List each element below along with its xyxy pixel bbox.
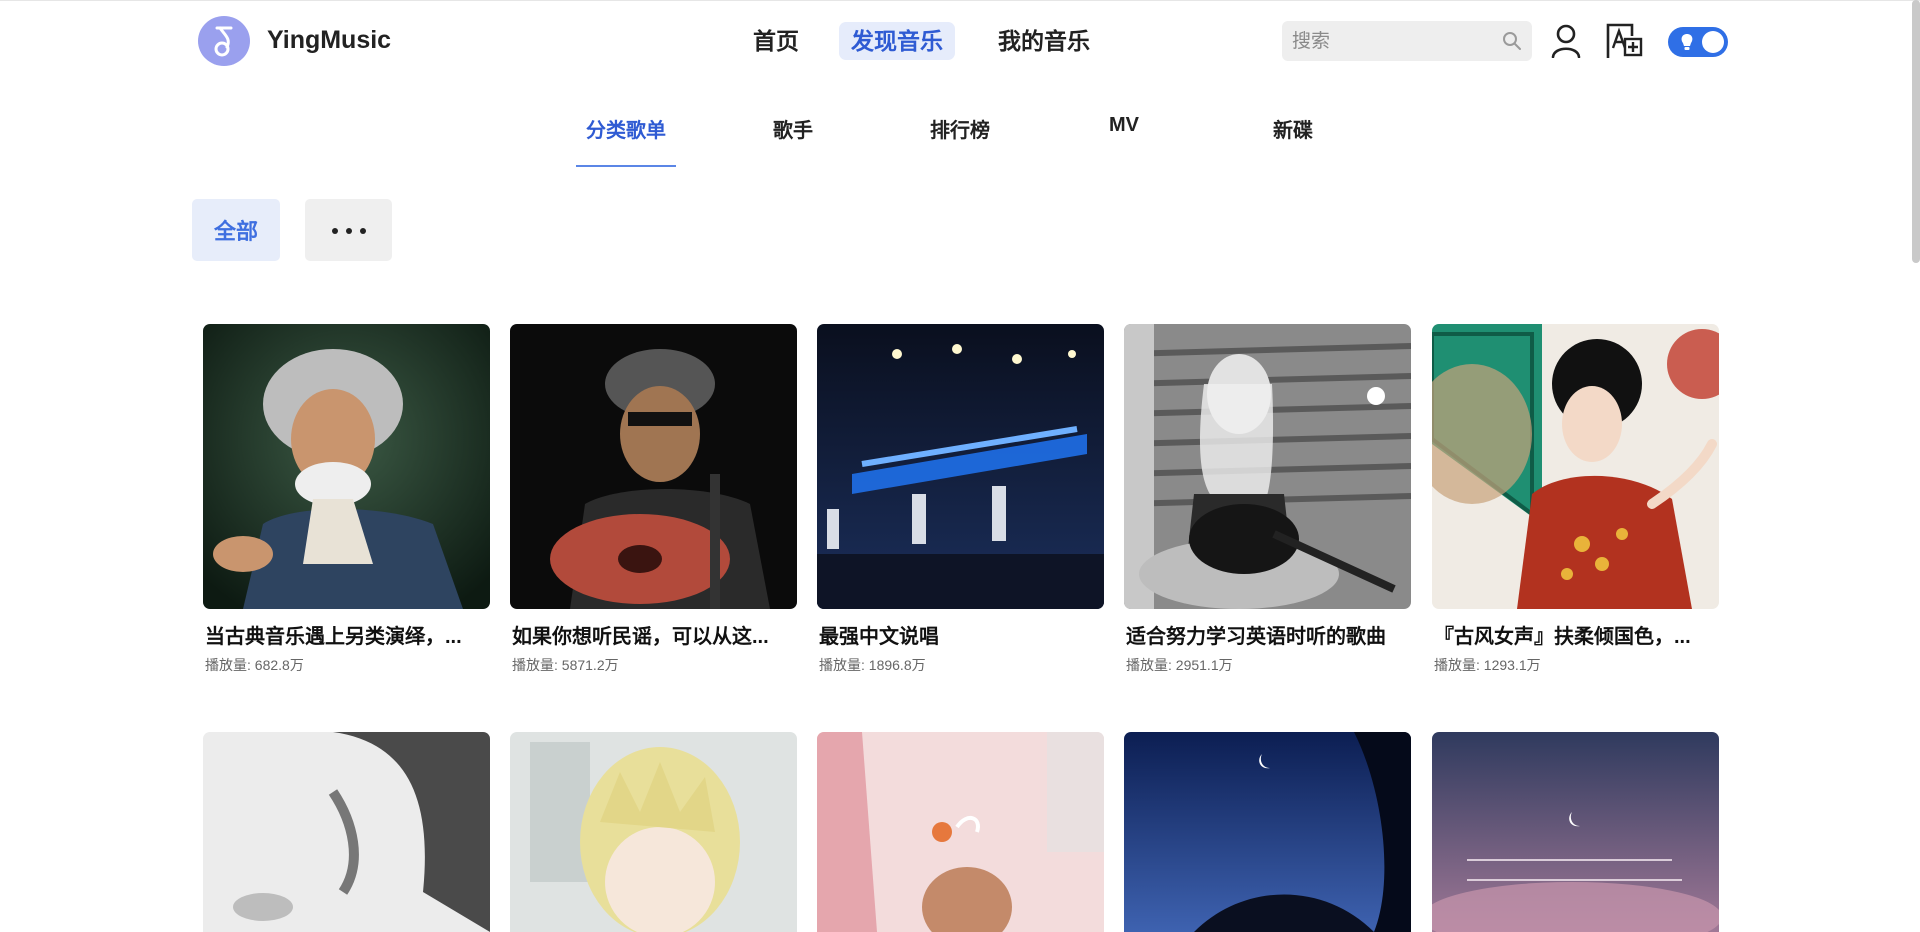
filter-all-button[interactable]: 全部 (192, 199, 280, 261)
search-box[interactable] (1282, 21, 1532, 63)
translate-icon[interactable] (1604, 21, 1644, 61)
user-icon[interactable] (1546, 21, 1586, 61)
toggle-knob (1702, 31, 1724, 53)
playlist-cover[interactable] (203, 732, 490, 932)
search-input[interactable] (1290, 21, 1494, 63)
playlist-card[interactable] (1432, 732, 1719, 932)
music-note-icon (214, 26, 233, 57)
nav-my-music[interactable]: 我的音乐 (986, 22, 1102, 60)
tab-category-playlists[interactable]: 分类歌单 (586, 114, 666, 143)
tab-singers[interactable]: 歌手 (773, 114, 813, 143)
playlist-card[interactable] (817, 732, 1104, 932)
playlist-card[interactable]: 当古典音乐遇上另类演绎，... 播放量: 682.8万 (203, 324, 490, 675)
playlist-cover[interactable] (1124, 324, 1411, 609)
playlist-card[interactable] (510, 732, 797, 932)
playlist-title[interactable]: 当古典音乐遇上另类演绎，... (203, 620, 490, 649)
playlist-card[interactable]: 适合努力学习英语时听的歌曲 播放量: 2951.1万 (1124, 324, 1411, 675)
playlist-cover[interactable] (510, 324, 797, 609)
playlist-cover[interactable] (203, 324, 490, 609)
playlist-cover[interactable] (1124, 732, 1411, 932)
playlist-card[interactable] (203, 732, 490, 932)
play-count: 播放量: 2951.1万 (1126, 657, 1233, 673)
playlist-title[interactable]: 适合努力学习英语时听的歌曲 (1124, 620, 1411, 649)
playlist-cover[interactable] (1432, 732, 1719, 932)
playlist-title[interactable]: 如果你想听民谣，可以从这... (510, 620, 797, 649)
play-count: 播放量: 682.8万 (205, 657, 304, 673)
nav-discover-music[interactable]: 发现音乐 (839, 22, 955, 60)
top-border (0, 0, 1920, 1)
playlist-cover[interactable] (510, 732, 797, 932)
search-icon[interactable] (1502, 31, 1522, 56)
tab-charts[interactable]: 排行榜 (930, 114, 990, 143)
playlist-card[interactable] (1124, 732, 1411, 932)
scrollbar[interactable] (1912, 0, 1920, 263)
theme-toggle[interactable] (1668, 27, 1728, 57)
playlist-cover[interactable] (817, 732, 1104, 932)
play-count: 播放量: 1293.1万 (1434, 657, 1541, 673)
playlist-cover[interactable] (817, 324, 1104, 609)
play-count: 播放量: 1896.8万 (819, 657, 926, 673)
playlist-cover[interactable] (1432, 324, 1719, 609)
play-count: 播放量: 5871.2万 (512, 657, 619, 673)
playlist-title[interactable]: 最强中文说唱 (817, 620, 1104, 649)
active-tab-indicator (576, 165, 676, 167)
tab-mv[interactable]: MV (1109, 114, 1139, 137)
playlist-card[interactable]: 『古风女声』扶柔倾国色，... 播放量: 1293.1万 (1432, 324, 1719, 675)
playlist-card[interactable]: 如果你想听民谣，可以从这... 播放量: 5871.2万 (510, 324, 797, 675)
more-filters-button[interactable] (305, 199, 392, 261)
more-icon (328, 221, 370, 239)
bulb-icon (1680, 33, 1694, 56)
logo-icon[interactable] (198, 16, 250, 66)
tab-new-albums[interactable]: 新碟 (1273, 114, 1313, 143)
playlist-title[interactable]: 『古风女声』扶柔倾国色，... (1432, 620, 1719, 649)
nav-home[interactable]: 首页 (741, 22, 811, 60)
playlist-card[interactable]: 最强中文说唱 播放量: 1896.8万 (817, 324, 1104, 675)
brand-name[interactable]: YingMusic (267, 26, 391, 55)
